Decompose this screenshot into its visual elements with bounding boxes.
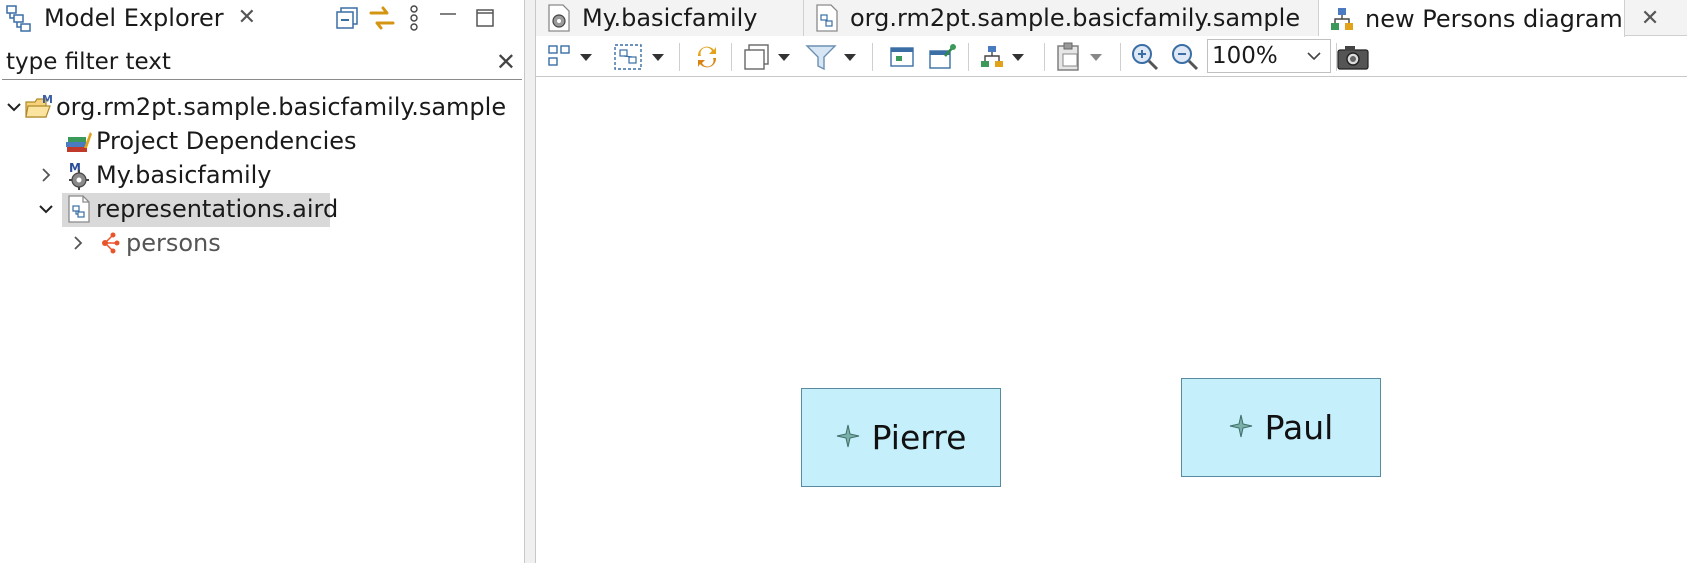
sparkle-icon (1229, 414, 1253, 442)
tab-new-persons-diagram[interactable]: new Persons diagram ✕ (1319, 0, 1659, 37)
aird-file-icon (64, 194, 94, 224)
diagram-toolbar: 100% (536, 37, 1687, 77)
tree-item-label: Project Dependencies (96, 127, 357, 155)
select-all-icon (614, 44, 642, 70)
tree-item-label: My.basicfamily (96, 161, 272, 189)
toolbar-separator (731, 43, 732, 71)
arrange-all-icon (548, 45, 570, 66)
toolbar-separator (872, 43, 873, 71)
close-icon[interactable]: ✕ (1641, 6, 1659, 31)
zoom-combo[interactable]: 100% (1207, 39, 1331, 73)
minimize-icon[interactable] (428, 8, 468, 28)
close-icon[interactable]: ✕ (238, 7, 256, 29)
diagram-editor: My.basicfamily org.rm2pt.sample.basicfam… (536, 0, 1687, 563)
zoom-value: 100% (1212, 43, 1278, 69)
link-with-editor-icon[interactable] (364, 3, 400, 33)
tree-item-persons[interactable]: persons (68, 226, 221, 260)
toolbar-separator (679, 43, 680, 71)
clear-filter-icon[interactable]: ✕ (496, 48, 516, 76)
node-label: Pierre (871, 418, 967, 457)
diagram-node-paul[interactable]: Paul (1181, 378, 1381, 477)
toolbar-separator (1120, 43, 1121, 71)
chevron-down-icon[interactable] (1304, 51, 1324, 61)
model-explorer-tabbar: Model Explorer ✕ (0, 0, 526, 38)
chevron-right-icon[interactable] (68, 233, 88, 253)
camera-icon (1337, 46, 1369, 70)
dropdown-caret-icon (652, 53, 664, 61)
window-icon (890, 47, 914, 67)
dropdown-caret-icon (1090, 53, 1102, 61)
diagram-canvas[interactable]: Pierre Paul (536, 78, 1687, 563)
tab-aird-sample[interactable]: org.rm2pt.sample.basicfamily.sample (804, 0, 1319, 36)
dropdown-caret-icon (844, 53, 856, 61)
view-toolbar (330, 0, 502, 36)
viewpoint-icon (94, 228, 124, 258)
tree-item-project[interactable]: M org.rm2pt.sample.basicfamily.sample (4, 90, 506, 124)
tree-item-my-basicfamily[interactable]: M My.basicfamily (36, 158, 272, 192)
show-hide-button[interactable] (888, 41, 916, 73)
tree-item-label: org.rm2pt.sample.basicfamily.sample (56, 93, 507, 121)
model-explorer-icon (4, 3, 34, 33)
layout-button[interactable] (978, 41, 1024, 73)
tab-label: org.rm2pt.sample.basicfamily.sample (850, 4, 1301, 32)
tree-item-label: persons (126, 229, 221, 257)
sparkle-icon (836, 424, 860, 452)
tree-item-project-dependencies[interactable]: Project Dependencies (64, 124, 357, 158)
dependencies-icon (64, 126, 94, 156)
tree-item-representations-aird[interactable]: representations.aird (36, 192, 338, 226)
tree-layout-icon (981, 46, 1003, 67)
chevron-down-icon[interactable] (36, 199, 56, 219)
pane-splitter[interactable] (524, 0, 536, 563)
layers-icon (744, 44, 769, 70)
toolbar-separator (968, 43, 969, 71)
dropdown-caret-icon (778, 53, 790, 61)
zoom-out-button[interactable] (1170, 41, 1200, 73)
dropdown-caret-icon (580, 53, 592, 61)
refresh-button[interactable] (692, 41, 722, 73)
refresh-icon (697, 46, 717, 68)
filter-field: ✕ (2, 44, 522, 80)
paste-button[interactable] (1054, 41, 1102, 73)
editor-tabbar: My.basicfamily org.rm2pt.sample.basicfam… (536, 0, 1687, 37)
model-file-icon: M (64, 160, 94, 190)
tab-label: My.basicfamily (582, 4, 758, 32)
clipboard-icon (1057, 42, 1079, 71)
filter-input[interactable] (2, 48, 472, 75)
filters-button[interactable] (804, 41, 856, 73)
node-label: Paul (1264, 408, 1334, 447)
tree-item-label: representations.aird (96, 195, 339, 223)
aird-file-icon (814, 3, 840, 33)
model-explorer-title: Model Explorer (44, 4, 224, 32)
select-all-button[interactable] (612, 41, 664, 73)
diagram-node-pierre[interactable]: Pierre (801, 388, 1001, 487)
model-explorer-tab[interactable]: Model Explorer ✕ (0, 0, 262, 36)
diagram-icon (1329, 6, 1355, 32)
view-menu-icon[interactable] (400, 4, 428, 32)
collapse-all-icon[interactable] (330, 5, 364, 31)
chevron-down-icon[interactable] (4, 97, 24, 117)
layers-button[interactable] (742, 41, 790, 73)
zoom-in-button[interactable] (1130, 41, 1160, 73)
arrange-all-button[interactable] (546, 41, 592, 73)
tab-my-basicfamily[interactable]: My.basicfamily (536, 0, 804, 36)
project-folder-icon: M (24, 92, 54, 122)
maximize-icon[interactable] (468, 8, 502, 28)
svg-text:M: M (42, 93, 53, 106)
toolbar-separator (1044, 43, 1045, 71)
model-file-icon (546, 3, 572, 33)
pin-icon (929, 44, 956, 69)
pin-button[interactable] (928, 41, 958, 73)
dropdown-caret-icon (1012, 53, 1024, 61)
chevron-right-icon[interactable] (36, 165, 56, 185)
model-explorer-view: Model Explorer ✕ type filter text ✕ M or… (0, 0, 526, 563)
export-image-button[interactable] (1336, 41, 1370, 73)
filter-icon (805, 45, 837, 71)
zoom-in-icon (1132, 44, 1159, 71)
tab-label: new Persons diagram (1365, 4, 1623, 33)
zoom-out-icon (1172, 44, 1199, 71)
